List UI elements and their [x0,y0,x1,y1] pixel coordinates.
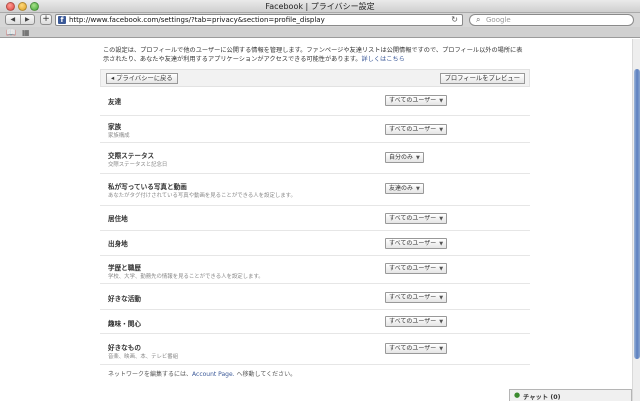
note-text-after: へ移動してください。 [234,371,297,378]
privacy-dropdown[interactable]: すべてのユーザー ▼ [385,263,448,274]
dropdown-value: すべてのユーザー [389,126,437,133]
url-text[interactable]: http://www.facebook.com/settings/?tab=pr… [69,16,325,24]
row-label: 居住地 [108,215,128,223]
chevron-down-icon: ▼ [439,346,444,352]
preview-profile-button[interactable]: プロフィールをプレビュー [439,73,525,84]
privacy-dropdown[interactable]: すべてのユーザー ▼ [385,343,448,354]
learn-more-link[interactable]: 詳しくはこちら [361,56,404,63]
chevron-down-icon: ▼ [439,127,444,133]
setting-row-current-city: 居住地 すべてのユーザー ▼ [100,206,530,231]
bookmarks-bar: 📖 ▦ [0,27,640,38]
search-icon: ⌕ [476,15,481,24]
chevron-down-icon: ▼ [439,98,444,104]
add-bookmark-button[interactable]: + [40,14,52,25]
chevron-down-icon: ▼ [439,266,444,272]
vertical-scrollbar[interactable] [632,39,640,401]
chevron-down-icon: ▼ [416,186,420,192]
chevron-down-icon: ▼ [439,216,444,222]
intro-paragraph: この設定は、プロフィールで他のユーザーに公開する情報を管理します。ファンページや… [103,47,523,63]
dropdown-value: すべてのユーザー [389,318,437,325]
row-label: 好きなもの [108,344,141,352]
setting-row-family: 家族 家族構成 すべてのユーザー ▼ [100,116,530,143]
privacy-dropdown[interactable]: すべてのユーザー ▼ [385,238,448,249]
setting-row-activities: 好きな活動 すべてのユーザー ▼ [100,284,530,310]
note-text-before: ネットワークを編集するには、 [108,371,193,378]
row-description: 音楽、映画、本、テレビ番組 [108,354,179,360]
reload-icon[interactable]: ↻ [451,15,458,24]
privacy-dropdown[interactable]: 友達のみ ▼ [385,183,424,194]
facebook-favicon-icon: f [58,16,66,24]
setting-row-relationship: 交際ステータス 交際ステータスと記念日 自分のみ ▼ [100,143,530,174]
top-sites-grid-icon[interactable]: ▦ [22,28,30,37]
row-label: 交際ステータス [108,152,155,160]
row-label: 家族 [108,123,122,131]
settings-header: ◂ プライバシーに戻る プロフィールをプレビュー [100,69,530,87]
account-page-link[interactable]: Account Page. [192,371,235,378]
dropdown-value: すべてのユーザー [389,97,437,104]
forward-button[interactable]: ▶ [19,15,35,24]
row-description: あなたがタグ付けされている写真や動画を見ることができる人を設定します。 [108,193,296,199]
setting-row-hometown: 出身地 すべてのユーザー ▼ [100,231,530,256]
chevron-down-icon: ▼ [439,319,444,325]
row-description: 家族構成 [108,133,130,139]
dropdown-value: すべてのユーザー [389,240,437,247]
nav-buttons: ◀ ▶ [5,14,35,25]
privacy-dropdown[interactable]: すべてのユーザー ▼ [385,316,448,327]
dropdown-value: すべてのユーザー [389,294,437,301]
chat-tab[interactable]: ● チャット (0) [509,389,632,401]
chat-online-icon: ● [514,391,521,399]
row-label: 友達 [108,98,122,106]
bookmarks-book-icon[interactable]: 📖 [6,28,16,37]
scrollbar-thumb[interactable] [634,69,640,359]
intro-text: この設定は、プロフィールで他のユーザーに公開する情報を管理します。ファンページや… [103,46,528,64]
row-description: 学校、大学、勤務先の情報を見ることができる人を設定します。 [108,274,264,280]
browser-toolbar: ◀ ▶ + f http://www.facebook.com/settings… [0,13,640,27]
setting-row-friends: 友達 すべてのユーザー ▼ [100,89,530,116]
address-bar[interactable]: f http://www.facebook.com/settings/?tab=… [55,14,463,26]
privacy-dropdown[interactable]: すべてのユーザー ▼ [385,292,448,303]
row-label: 出身地 [108,240,128,248]
privacy-dropdown[interactable]: すべてのユーザー ▼ [385,95,448,106]
search-placeholder: Google [486,16,511,24]
setting-row-education-work: 学歴と職歴 学校、大学、勤務先の情報を見ることができる人を設定します。 すべての… [100,256,530,284]
setting-row-photos-videos: 私が写っている写真と動画 あなたがタグ付けされている写真や動画を見ることができる… [100,174,530,206]
chat-label: チャット (0) [523,394,561,401]
row-label: 学歴と職歴 [108,264,141,272]
row-label: 私が写っている写真と動画 [108,183,187,191]
row-label: 趣味・関心 [108,320,141,328]
back-to-privacy-button[interactable]: ◂ プライバシーに戻る [106,73,178,84]
dropdown-value: 自分のみ [389,154,414,161]
setting-row-interests: 趣味・関心 すべてのユーザー ▼ [100,310,530,334]
row-label: 好きな活動 [108,295,141,303]
search-field[interactable]: ⌕ Google [469,14,634,26]
dropdown-value: すべてのユーザー [389,265,437,272]
back-button[interactable]: ◀ [6,15,20,24]
window-title: Facebook | プライバシー設定 [265,2,375,11]
chevron-down-icon: ▼ [416,155,420,161]
chevron-down-icon: ▼ [439,295,444,301]
row-description: 交際ステータスと記念日 [108,162,168,168]
setting-row-likes: 好きなもの 音楽、映画、本、テレビ番組 すべてのユーザー ▼ [100,334,530,365]
dropdown-value: 友達のみ [389,185,414,192]
privacy-dropdown[interactable]: すべてのユーザー ▼ [385,124,448,135]
chevron-down-icon: ▼ [439,241,444,247]
dropdown-value: すべてのユーザー [389,345,437,352]
dropdown-value: すべてのユーザー [389,215,437,222]
privacy-dropdown[interactable]: すべてのユーザー ▼ [385,213,448,224]
window-titlebar: Facebook | プライバシー設定 [0,0,640,13]
network-edit-note: ネットワークを編集するには、Account Page. へ移動してください。 [108,369,296,378]
privacy-dropdown[interactable]: 自分のみ ▼ [385,152,424,163]
